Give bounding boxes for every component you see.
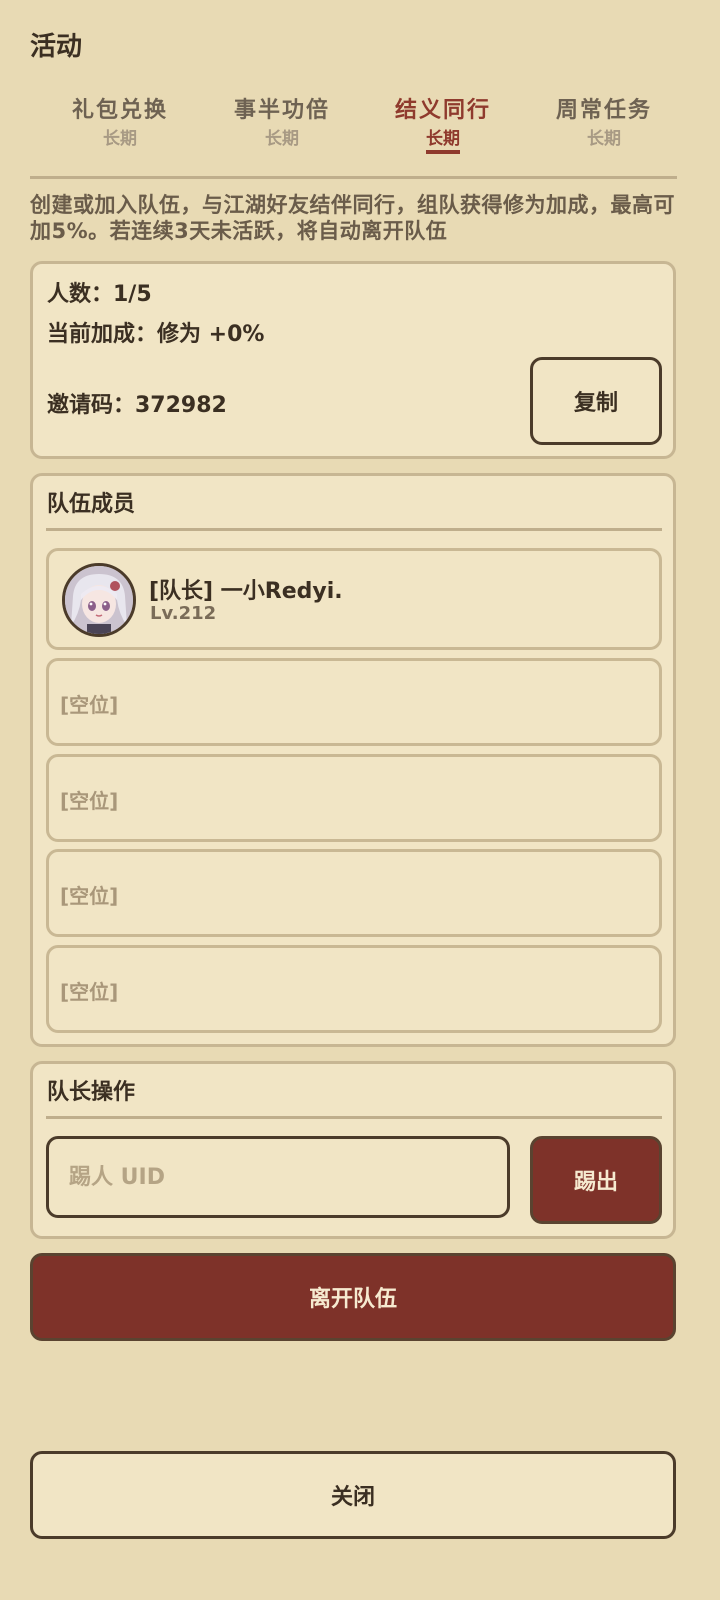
- leader-ops-card: 队长操作 踢出: [30, 1061, 676, 1239]
- section-divider: [46, 1116, 662, 1119]
- tab-label: 结义同行: [394, 98, 491, 123]
- tab-label: 事半功倍: [233, 98, 330, 123]
- divider: [30, 176, 677, 179]
- member-slot-empty[interactable]: [空位]: [46, 754, 662, 842]
- member-slot-empty[interactable]: [空位]: [46, 849, 662, 937]
- current-bonus: 当前加成：修为 +0%: [47, 322, 265, 347]
- empty-slot-label: [空位]: [60, 884, 119, 908]
- kick-button[interactable]: 踢出: [530, 1136, 662, 1224]
- empty-slot-label: [空位]: [60, 789, 119, 813]
- leave-team-button[interactable]: 离开队伍: [30, 1253, 676, 1341]
- page-title: 活动: [30, 32, 83, 62]
- tab-label: 周常任务: [555, 98, 652, 123]
- tab-gift-redeem[interactable]: 礼包兑换 长期: [50, 92, 190, 149]
- tab-double-effect[interactable]: 事半功倍 长期: [212, 92, 352, 149]
- empty-slot-label: [空位]: [60, 693, 119, 717]
- tab-sublabel: 长期: [587, 129, 621, 149]
- section-title: 队长操作: [47, 1080, 136, 1105]
- team-info-card: 人数：1/5 当前加成：修为 +0% 邀请码：372982 复制: [30, 261, 676, 459]
- member-level: Lv.212: [150, 603, 217, 624]
- member-count: 人数：1/5: [47, 282, 152, 307]
- member-slot-leader[interactable]: [队长] 一小Redyi. Lv.212: [46, 548, 662, 650]
- member-slot-empty[interactable]: [空位]: [46, 658, 662, 746]
- copy-button[interactable]: 复制: [530, 357, 662, 445]
- tab-sublabel: 长期: [426, 124, 460, 154]
- tab-sworn-companions[interactable]: 结义同行 长期: [373, 92, 513, 154]
- section-title: 队伍成员: [47, 492, 136, 517]
- tab-bar: 礼包兑换 长期 事半功倍 长期 结义同行 长期 周常任务 长期: [40, 92, 684, 154]
- kick-uid-input[interactable]: [46, 1136, 510, 1218]
- tab-sublabel: 长期: [265, 129, 299, 149]
- team-members-card: 队伍成员 [队长] 一小Redyi. Lv.212 [空位] [空位] [空位]…: [30, 473, 676, 1047]
- close-button[interactable]: 关闭: [30, 1451, 676, 1539]
- avatar: [62, 563, 136, 637]
- section-divider: [46, 528, 662, 531]
- avatar-image: [65, 566, 133, 634]
- tab-label: 礼包兑换: [71, 98, 168, 123]
- activity-description: 创建或加入队伍，与江湖好友结伴同行，组队获得修为加成，最高可加5%。若连续3天未…: [30, 193, 675, 243]
- tab-sublabel: 长期: [103, 129, 137, 149]
- tab-weekly-tasks[interactable]: 周常任务 长期: [534, 92, 674, 149]
- invite-code: 邀请码：372982: [47, 393, 227, 418]
- member-name: [队长] 一小Redyi.: [149, 579, 343, 604]
- member-slot-empty[interactable]: [空位]: [46, 945, 662, 1033]
- empty-slot-label: [空位]: [60, 980, 119, 1004]
